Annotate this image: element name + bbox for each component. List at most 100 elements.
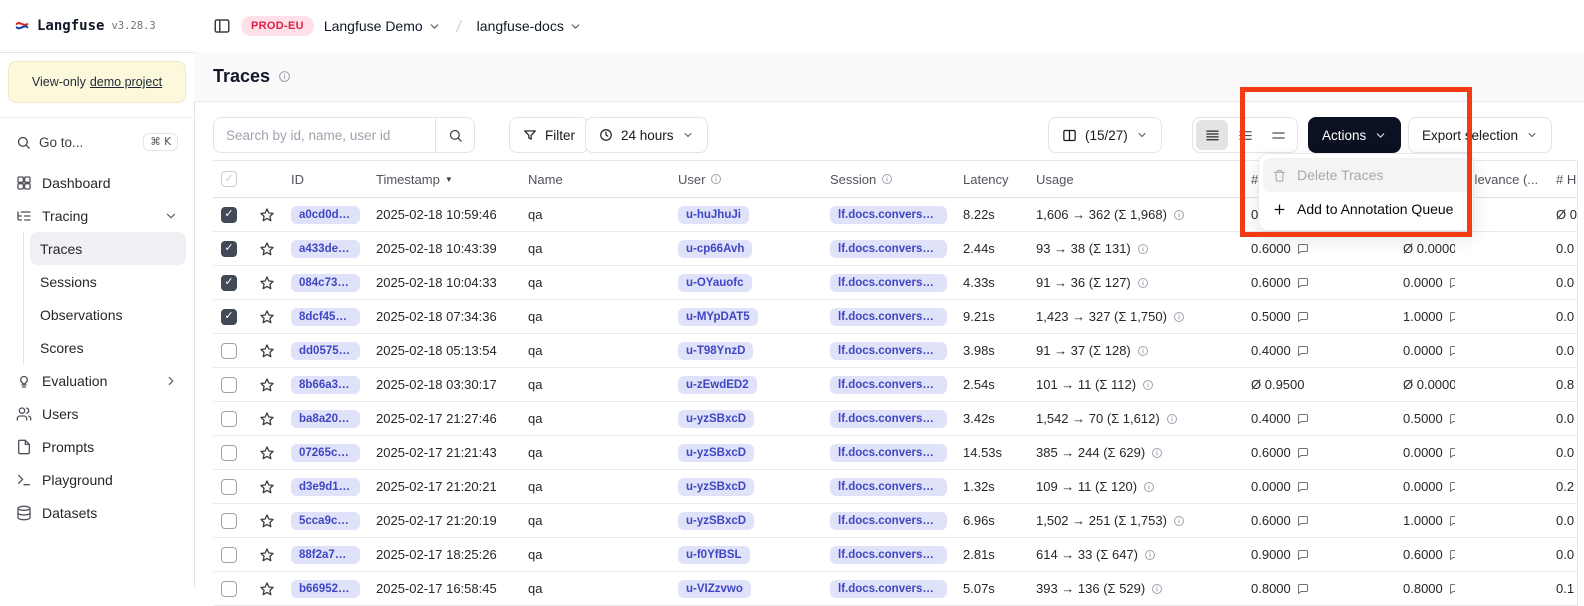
sidebar-item-datasets[interactable]: Datasets <box>8 496 186 529</box>
row-checkbox[interactable] <box>221 275 237 291</box>
star-icon[interactable] <box>259 377 275 393</box>
time-range-button[interactable]: 24 hours <box>585 117 708 153</box>
menu-item-add-to-annotation-queue[interactable]: Add to Annotation Queue <box>1263 192 1469 226</box>
star-icon[interactable] <box>259 581 275 597</box>
col-header-latency[interactable]: Latency <box>955 161 1028 197</box>
session-badge[interactable]: lf.docs.conversation... <box>830 308 947 326</box>
info-icon[interactable] <box>1173 515 1185 527</box>
comment-icon[interactable] <box>1297 549 1309 561</box>
user-badge[interactable]: u-zEwdED2 <box>678 376 757 394</box>
trace-id-badge[interactable]: 88f2a7b0... <box>291 546 360 564</box>
sidebar-item-observations[interactable]: Observations <box>30 298 186 331</box>
session-badge[interactable]: lf.docs.conversation... <box>830 376 947 394</box>
trace-id-badge[interactable]: 8b66a34... <box>291 376 360 394</box>
user-badge[interactable]: u-MYpDAT5 <box>678 308 758 326</box>
user-badge[interactable]: u-f0YfBSL <box>678 546 750 564</box>
star-icon[interactable] <box>259 275 275 291</box>
user-badge[interactable]: u-VIZzvwo <box>678 580 751 598</box>
info-icon[interactable] <box>881 173 893 185</box>
sidebar-item-users[interactable]: Users <box>8 397 186 430</box>
col-header-name[interactable]: Name <box>520 161 670 197</box>
user-badge[interactable]: u-yzSBxcD <box>678 410 754 428</box>
columns-selector-button[interactable]: (15/27) <box>1048 117 1162 153</box>
row-checkbox[interactable] <box>221 411 237 427</box>
info-icon[interactable] <box>1142 379 1154 391</box>
col-header-h[interactable]: # H <box>1548 161 1578 197</box>
comment-icon[interactable] <box>1297 515 1309 527</box>
goto-search[interactable]: Go to... ⌘ K <box>8 126 186 158</box>
session-badge[interactable]: lf.docs.conversation... <box>830 206 947 224</box>
row-checkbox[interactable] <box>221 547 237 563</box>
export-selection-button[interactable]: Export selection <box>1408 117 1552 153</box>
star-icon[interactable] <box>259 241 275 257</box>
col-header-timestamp[interactable]: Timestamp▼ <box>368 161 520 197</box>
comment-icon[interactable] <box>1297 447 1309 459</box>
trace-id-badge[interactable]: dd05753... <box>291 342 360 360</box>
sidebar-item-sessions[interactable]: Sessions <box>30 265 186 298</box>
row-checkbox[interactable] <box>221 581 237 597</box>
select-all-checkbox[interactable] <box>221 171 237 187</box>
sidebar-item-dashboard[interactable]: Dashboard <box>8 166 186 199</box>
info-icon[interactable] <box>1173 311 1185 323</box>
table-row[interactable]: b669529...2025-02-17 16:58:45qau-VIZzvwo… <box>213 572 1577 606</box>
row-checkbox[interactable] <box>221 377 237 393</box>
info-icon[interactable] <box>1137 243 1149 255</box>
trace-id-badge[interactable]: 5cca9cf2... <box>291 512 360 530</box>
comment-icon[interactable] <box>1297 583 1309 595</box>
comment-icon[interactable] <box>1297 413 1309 425</box>
table-row[interactable]: 07265c7a...2025-02-17 21:21:43qau-yzSBxc… <box>213 436 1577 470</box>
table-row[interactable]: 88f2a7b0...2025-02-17 18:25:26qau-f0YfBS… <box>213 538 1577 572</box>
user-badge[interactable]: u-OYauofc <box>678 274 752 292</box>
star-icon[interactable] <box>259 513 275 529</box>
user-badge[interactable]: u-yzSBxcD <box>678 478 754 496</box>
session-badge[interactable]: lf.docs.conversation... <box>830 240 947 258</box>
row-checkbox[interactable] <box>221 513 237 529</box>
session-badge[interactable]: lf.docs.conversation... <box>830 444 947 462</box>
row-height-small-button[interactable] <box>1196 120 1228 150</box>
info-icon[interactable] <box>1143 481 1155 493</box>
trace-id-badge[interactable]: d3e9d1f2... <box>291 478 360 496</box>
user-badge[interactable]: u-cp66Avh <box>678 240 752 258</box>
comment-icon[interactable] <box>1297 311 1309 323</box>
sidebar-item-scores[interactable]: Scores <box>30 331 186 364</box>
star-icon[interactable] <box>259 207 275 223</box>
org-breadcrumb[interactable]: Langfuse Demo <box>324 18 441 34</box>
sidebar-item-playground[interactable]: Playground <box>8 463 186 496</box>
row-checkbox[interactable] <box>221 207 237 223</box>
table-row[interactable]: ba8a208f...2025-02-17 21:27:46qau-yzSBxc… <box>213 402 1577 436</box>
trace-id-badge[interactable]: 084c739... <box>291 274 360 292</box>
col-header-select[interactable] <box>213 161 251 197</box>
trace-id-badge[interactable]: b669529... <box>291 580 360 598</box>
trace-id-badge[interactable]: ba8a208f... <box>291 410 360 428</box>
session-badge[interactable]: lf.docs.conversation... <box>830 410 947 428</box>
filter-button[interactable]: Filter <box>509 117 589 153</box>
row-height-medium-button[interactable] <box>1229 120 1261 150</box>
user-badge[interactable]: u-huJhuJi <box>678 206 749 224</box>
info-icon[interactable] <box>1166 413 1178 425</box>
table-row[interactable]: 5cca9cf2...2025-02-17 21:20:19qau-yzSBxc… <box>213 504 1577 538</box>
row-checkbox[interactable] <box>221 241 237 257</box>
col-header-id[interactable]: ID <box>283 161 368 197</box>
user-badge[interactable]: u-yzSBxcD <box>678 512 754 530</box>
info-icon[interactable] <box>1137 345 1149 357</box>
table-row[interactable]: 084c739...2025-02-18 10:04:33qau-OYauofc… <box>213 266 1577 300</box>
info-icon[interactable] <box>710 173 722 185</box>
session-badge[interactable]: lf.docs.conversation... <box>830 342 947 360</box>
row-checkbox[interactable] <box>221 309 237 325</box>
trace-id-badge[interactable]: 07265c7a... <box>291 444 360 462</box>
info-icon[interactable] <box>1173 209 1185 221</box>
col-header-usage[interactable]: Usage <box>1028 161 1243 197</box>
sidebar-item-tracing[interactable]: Tracing <box>8 199 186 232</box>
search-submit-button[interactable] <box>435 117 475 153</box>
comment-icon[interactable] <box>1297 243 1309 255</box>
col-header-star[interactable] <box>251 161 283 197</box>
session-badge[interactable]: lf.docs.conversation... <box>830 580 947 598</box>
user-badge[interactable]: u-T98YnzD <box>678 342 753 360</box>
info-icon[interactable] <box>278 70 291 83</box>
star-icon[interactable] <box>259 445 275 461</box>
trace-id-badge[interactable]: a433de51... <box>291 240 360 258</box>
comment-icon[interactable] <box>1297 345 1309 357</box>
project-breadcrumb[interactable]: langfuse-docs <box>477 18 582 34</box>
sidebar-toggle-icon[interactable] <box>213 17 231 35</box>
row-checkbox[interactable] <box>221 445 237 461</box>
